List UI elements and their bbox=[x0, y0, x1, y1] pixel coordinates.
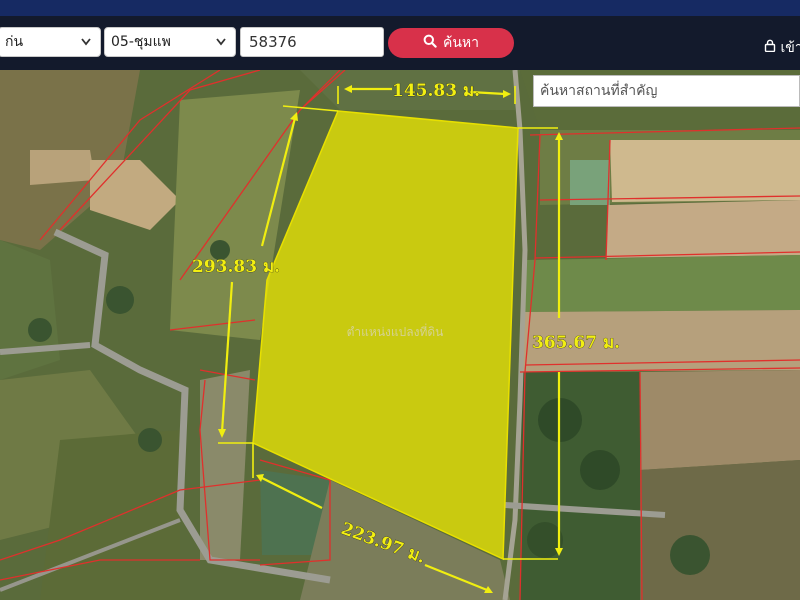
province-select-value: ก่น bbox=[5, 34, 24, 50]
login-label: เข้า bbox=[780, 40, 800, 56]
search-button-label: ค้นหา bbox=[442, 35, 480, 51]
top-banner bbox=[0, 0, 800, 16]
dimension-top-label: 145.83 ม. bbox=[392, 81, 480, 101]
search-toolbar: ก่น 05-ชุมแพ ค้นหา เข้า bbox=[0, 16, 800, 70]
lock-icon bbox=[764, 39, 780, 56]
district-select-value: 05-ชุมแพ bbox=[111, 34, 171, 50]
search-icon bbox=[423, 34, 437, 52]
province-select[interactable]: ก่น bbox=[0, 27, 101, 57]
dimension-right-label: 365.67 ม. bbox=[532, 333, 620, 353]
chevron-down-icon bbox=[80, 28, 92, 66]
dimension-left-label: 293.83 ม. bbox=[192, 257, 280, 277]
satellite-map[interactable]: ตำแหน่งแปลงที่ดิน 145.83 ม. 293.83 ม. 36… bbox=[0, 70, 800, 600]
parcel-number-input[interactable] bbox=[240, 27, 384, 57]
search-button[interactable]: ค้นหา bbox=[388, 28, 514, 58]
district-select[interactable]: 05-ชุมแพ bbox=[104, 27, 236, 57]
place-search-input[interactable] bbox=[533, 75, 800, 107]
parcel-label: ตำแหน่งแปลงที่ดิน bbox=[347, 323, 444, 339]
login-link[interactable]: เข้า bbox=[764, 37, 800, 59]
chevron-down-icon bbox=[215, 28, 227, 66]
